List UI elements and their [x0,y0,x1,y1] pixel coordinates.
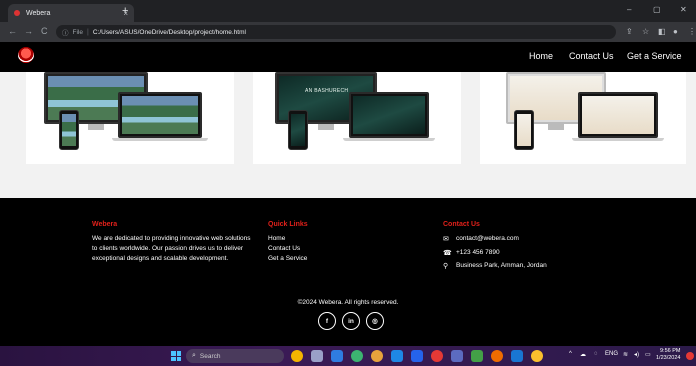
taskbar-app-icon[interactable] [451,350,463,362]
mockup-laptop [349,92,429,138]
instagram-icon[interactable]: ◎ [366,312,384,330]
laptop-base [343,138,435,141]
taskbar-app-icon[interactable] [311,350,323,362]
taskbar-app-chrome-active-icon[interactable] [531,350,543,362]
windows-taskbar: ⌕ Search ^ ☁ ◌ ENG ≋ ◂) ▭ 9:56 PM 1/23/2… [0,346,696,366]
tray-cloud-icon[interactable]: ☁ [580,351,586,358]
minimize-button[interactable]: – [627,5,631,14]
laptop-base [572,138,664,141]
nav-get-a-service[interactable]: Get a Service [627,51,682,61]
reload-button[interactable]: C [41,26,48,36]
mockup-screen-text: AN BASHURECH [305,88,349,94]
envelope-icon: ✉ [443,236,449,243]
taskbar-app-icon[interactable] [431,350,443,362]
taskbar-app-icon[interactable] [411,350,423,362]
webera-logo[interactable] [18,47,34,63]
taskbar-app-icon[interactable] [511,350,523,362]
footer-about-line-1: We are dedicated to providing innovative… [92,235,251,242]
taskbar-time: 9:56 PM [659,348,681,354]
portfolio-card-bashurech[interactable]: AN BASHURECH [253,72,461,164]
forward-button[interactable]: → [24,26,33,36]
menu-icon[interactable]: ⋮ [688,27,696,36]
address-separator: | [86,28,89,36]
tray-chevron-icon[interactable]: ^ [569,351,572,357]
windows-start-icon[interactable] [171,351,181,361]
nav-home[interactable]: Home [529,51,553,61]
tab-title: Webera [26,9,51,17]
address-prefix: File [72,28,83,36]
taskbar-app-chrome-canary-icon[interactable] [291,350,303,362]
new-tab-button[interactable]: + [122,6,128,17]
site-footer: Webera We are dedicated to providing inn… [0,198,696,346]
profile-icon[interactable]: ● [673,27,678,36]
mockup-laptop [118,92,202,138]
footer-brand-title: Webera [92,221,118,228]
mockup-phone [288,110,308,150]
copyright-text: ©2024 Webera. All rights reserved. [297,299,399,306]
bookmark-star-icon[interactable]: ☆ [642,27,649,36]
tray-network-icon[interactable]: ◌ [594,351,598,357]
tray-wifi-icon[interactable]: ≋ [623,351,628,358]
contact-address: Business Park, Amman, Jordan [456,262,547,269]
screen: Webera × + – ▢ ✕ ← → C ⓘ File | C:/Users… [0,0,696,366]
footer-link-get-a-service[interactable]: Get a Service [268,254,307,264]
site-header: Home Contact Us Get a Service [0,42,696,72]
phone-icon: ☎ [443,250,452,257]
nav-contact-us[interactable]: Contact Us [569,51,614,61]
contact-email[interactable]: contact@webera.com [456,234,519,244]
browser-tab-bar: Webera × + – ▢ ✕ [0,0,696,22]
maximize-button[interactable]: ▢ [653,5,661,14]
footer-about-line-2: to clients worldwide. Our passion drives… [92,245,244,252]
back-button[interactable]: ← [8,26,17,36]
taskbar-search-placeholder: Search [199,352,221,360]
portfolio-card-profile[interactable] [480,72,686,164]
linkedin-icon[interactable]: in [342,312,360,330]
favicon-icon [14,10,20,16]
footer-link-contact-us[interactable]: Contact Us [268,244,300,254]
address-bar[interactable]: ⓘ File | C:/Users/ASUS/OneDrive/Desktop/… [56,25,616,39]
portfolio-section: AN BASHURECH [0,72,696,198]
tray-volume-icon[interactable]: ◂) [634,351,639,358]
footer-about-line-3: exceptional designs and scalable develop… [92,255,229,262]
taskbar-app-icon[interactable] [351,350,363,362]
share-icon[interactable]: ⇪ [626,27,633,36]
tray-language[interactable]: ENG [605,351,618,357]
browser-tab[interactable]: Webera × [8,4,134,22]
location-pin-icon: ⚲ [443,263,449,270]
monitor-stand [88,124,104,130]
notification-badge-icon[interactable] [686,352,694,360]
facebook-icon[interactable]: f [318,312,336,330]
search-icon: ⌕ [192,352,196,359]
taskbar-clock[interactable]: 9:56 PM 1/23/2024 [656,348,680,362]
monitor-stand [318,124,334,130]
mockup-phone [514,110,534,150]
quick-links-title: Quick Links [268,221,308,228]
browser-toolbar: ← → C ⓘ File | C:/Users/ASUS/OneDrive/De… [0,22,696,42]
taskbar-app-vscode-icon[interactable] [391,350,403,362]
taskbar-app-icon[interactable] [491,350,503,362]
address-url: C:/Users/ASUS/OneDrive/Desktop/project/h… [92,28,246,36]
contact-us-title: Contact Us [443,221,480,228]
info-icon: ⓘ [62,30,69,37]
close-window-button[interactable]: ✕ [680,5,687,14]
contact-phone: +123 456 7890 [456,249,500,256]
taskbar-date: 1/23/2024 [656,355,681,361]
taskbar-app-chrome-icon[interactable] [371,350,383,362]
monitor-stand [548,124,564,130]
taskbar-search[interactable]: ⌕ Search [186,349,284,363]
laptop-base [112,138,208,141]
mockup-laptop [578,92,658,138]
tray-battery-icon[interactable]: ▭ [645,351,651,358]
footer-link-home[interactable]: Home [268,234,285,244]
mockup-phone [59,110,79,150]
portfolio-card-resort[interactable] [26,72,234,164]
taskbar-app-edge-icon[interactable] [331,350,343,362]
sidebar-icon[interactable]: ◧ [658,27,666,36]
taskbar-app-icon[interactable] [471,350,483,362]
